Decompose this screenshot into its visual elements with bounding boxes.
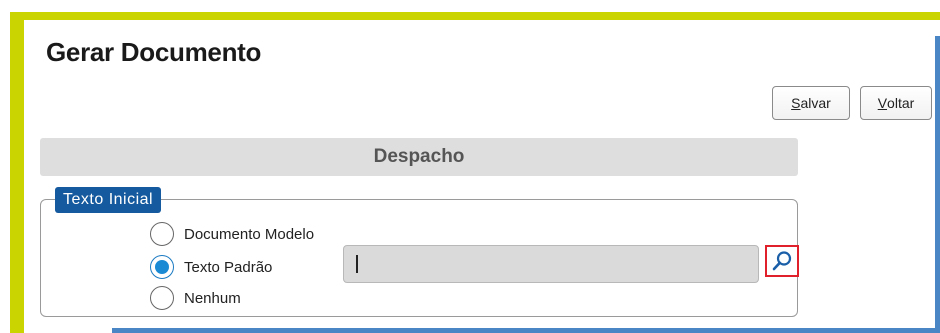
app-frame: Gerar Documento Salvar Voltar Despacho T…	[0, 0, 940, 333]
radio-texto-padrao[interactable]: Texto Padrão	[150, 255, 272, 279]
accent-bar-left	[10, 12, 24, 333]
back-button[interactable]: Voltar	[860, 86, 932, 120]
text-caret	[356, 255, 358, 273]
radio-dot	[155, 260, 169, 274]
radio-label: Texto Padrão	[184, 258, 273, 276]
radio-documento-modelo[interactable]: Documento Modelo	[150, 222, 314, 246]
magnifier-icon	[772, 251, 792, 271]
accent-bar-top	[10, 12, 940, 20]
back-label-rest: oltar	[887, 95, 915, 111]
radio-nenhum[interactable]: Nenhum	[150, 286, 241, 310]
accent-bar-bottom	[112, 328, 940, 333]
radio-button-selected[interactable]	[150, 255, 174, 279]
save-label-rest: alvar	[800, 95, 831, 111]
page-title: Gerar Documento	[46, 37, 262, 67]
radio-label: Documento Modelo	[184, 225, 315, 243]
texto-padrao-input[interactable]	[343, 245, 759, 283]
section-header: Despacho	[40, 138, 798, 176]
back-mnemonic: V	[877, 95, 888, 111]
save-mnemonic: S	[791, 95, 801, 111]
texto-inicial-legend: Texto Inicial	[55, 187, 162, 213]
radio-button[interactable]	[150, 222, 174, 246]
radio-button[interactable]	[150, 286, 174, 310]
radio-label: Nenhum	[184, 289, 241, 307]
accent-bar-right	[935, 36, 940, 333]
save-button[interactable]: Salvar	[772, 86, 850, 120]
search-button[interactable]	[765, 245, 799, 277]
